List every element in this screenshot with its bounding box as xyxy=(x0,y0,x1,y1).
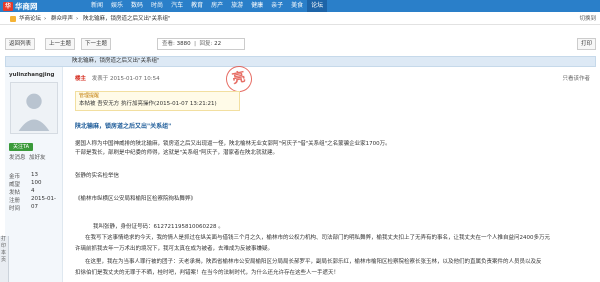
author-stats: 金币 13 威望 100 发帖 4 注册 2015-01- 时间 07 xyxy=(9,172,56,212)
side-tool-label: 打印本页 xyxy=(1,236,7,263)
main-nav: 新闻 娱乐 数码 时尚 汽车 教育 房产 旅游 健康 亲子 美食 论坛 xyxy=(87,0,328,12)
post-line: 我叫张静，身份证号码：612721195810060228 。 xyxy=(93,224,224,230)
nav-item-news[interactable]: 新闻 xyxy=(87,0,107,12)
nav-item-edu[interactable]: 教育 xyxy=(187,0,207,12)
next-thread-button[interactable]: 下一主题 xyxy=(81,38,112,50)
home-icon[interactable] xyxy=(10,16,16,22)
only-author-link[interactable]: 只看该作者 xyxy=(562,74,590,82)
nav-item-forum[interactable]: 论坛 xyxy=(307,0,328,12)
post-line: 干部是我长，部刷是中纪委的师得，这就是"关系组"阿庆子，潜家者在陕北就就建。 xyxy=(75,150,279,156)
avatar-placeholder-icon xyxy=(11,83,57,133)
thread-stats: 查看: 3880 | 回复: 22 xyxy=(157,38,245,50)
follow-badge[interactable]: 关注TA xyxy=(9,143,33,151)
highlight-stamp: 亮 xyxy=(223,63,255,95)
breadcrumb-board[interactable]: 群众呼声 xyxy=(51,16,73,22)
back-to-list-button[interactable]: 返回列表 xyxy=(5,38,36,50)
nav-item-health[interactable]: 健康 xyxy=(247,0,267,12)
nav-item-fashion[interactable]: 时尚 xyxy=(147,0,167,12)
notice-body: 本帖被 吾安无方 执行加亮操作(2015-01-07 13:21:21) xyxy=(79,101,217,107)
author-sidebar: yulinzhangjing 关注TA 发消息 加好友 金币 13 威望 100 发… xyxy=(5,67,63,282)
avatar[interactable] xyxy=(10,82,58,134)
nav-item-ent[interactable]: 娱乐 xyxy=(107,0,127,12)
prev-thread-button[interactable]: 上一主题 xyxy=(45,38,76,50)
moderator-notice: 管理提醒 本帖被 吾安无方 执行加亮操作(2015-01-07 13:21:21… xyxy=(75,91,240,111)
post-meta: 楼主 发表于 2015-01-07 10:54 xyxy=(75,74,160,82)
top-nav-bar: 华 华商网 新闻 娱乐 数码 时尚 汽车 教育 房产 旅游 健康 亲子 美食 论… xyxy=(0,0,600,12)
post-header-bar: 陕北输麻，锁房道之后又出"关系组" xyxy=(5,56,596,67)
breadcrumb-thread[interactable]: 陕北输麻，锁房道之后又出"关系组" xyxy=(83,16,171,22)
print-button[interactable]: 打印 xyxy=(576,38,596,50)
post-line: 据国人称为中国神威排的陕北输麻，锁房道之后又出现逼一怪，陕北榆林无业女郭阿"何庆… xyxy=(75,141,391,147)
thread-toolbar: 返回列表 上一主题 下一主题 查看: 3880 | 回复: 22 打印 xyxy=(0,38,600,52)
nav-item-auto[interactable]: 汽车 xyxy=(167,0,187,12)
site-logo[interactable]: 华 华商网 xyxy=(3,1,38,11)
logo-mark: 华 xyxy=(3,1,13,11)
post-line: 在我写下这事情绝求的今天，我的情人是抓过在纵关面与借钱三个月之久，榆林市的公权力… xyxy=(85,235,551,241)
post-title: 陕北输麻，锁房道之后又出"关系组" xyxy=(75,123,172,130)
nav-item-house[interactable]: 房产 xyxy=(207,0,227,12)
post-line: 许璃前抓我去年一万术出的境况下，我可太真在成为被者，去难成为反被事嫌疑。 xyxy=(75,246,274,252)
breadcrumb-forum[interactable]: 华商论坛 xyxy=(19,16,41,22)
nav-item-kids[interactable]: 亲子 xyxy=(267,0,287,12)
post-line: 扣徐伯们是我丈夫的无罪于不晒，桂时吧，判错案！在当今的法制时代，为什么还允许存在… xyxy=(75,270,340,276)
op-label: 楼主 xyxy=(75,76,87,82)
nav-item-digital[interactable]: 数码 xyxy=(127,0,147,12)
breadcrumb: 华商论坛 › 群众呼声 › 陕北输麻，锁房道之后又出"关系组" 切换到 xyxy=(0,13,600,25)
post-line: 在这里，我在为当事人罪行被的团子：天老承揭，陕西省榆林市公安局榆阳区分局局长郝罗… xyxy=(85,259,542,265)
reply-count: 22 xyxy=(214,41,222,47)
nav-item-travel[interactable]: 旅游 xyxy=(227,0,247,12)
post-line: 《榆林市纵横区公安局和榆阳区检察院徇私舞弊》 xyxy=(75,196,197,202)
view-count: 3880 xyxy=(176,41,191,47)
post-line: 张静的实名检举信 xyxy=(75,173,120,179)
notice-title: 管理提醒 xyxy=(79,93,100,99)
post-header-title: 陕北输麻，锁房道之后又出"关系组" xyxy=(72,58,160,64)
add-friend-link[interactable]: 加好友 xyxy=(29,153,46,161)
side-tool-strip[interactable]: 打印本页 xyxy=(0,236,9,282)
nav-item-food[interactable]: 美食 xyxy=(287,0,307,12)
post-time: 发表于 2015-01-07 10:54 xyxy=(91,76,160,82)
send-message-link[interactable]: 发消息 xyxy=(9,153,26,161)
logo-text: 华商网 xyxy=(15,1,38,11)
switch-link[interactable]: 切换到 xyxy=(579,13,596,25)
author-name[interactable]: yulinzhangjing xyxy=(9,72,55,78)
